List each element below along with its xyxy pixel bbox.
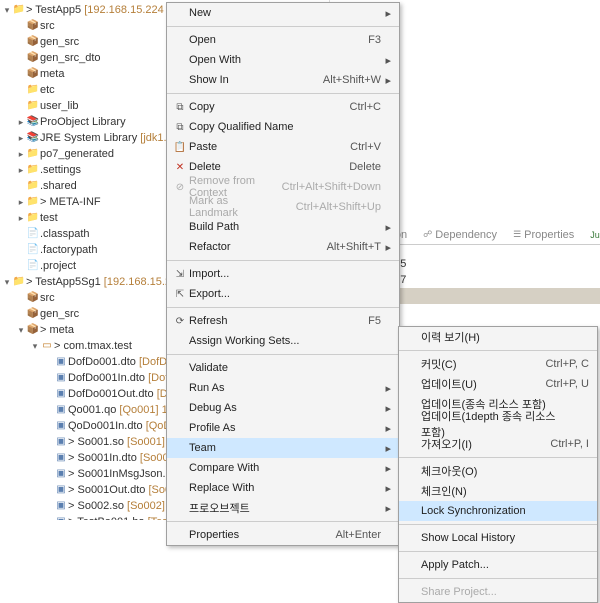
context-menu: New▸ OpenF3 Open With▸ Show InAlt+Shift+… [166,2,400,546]
menu-open[interactable]: OpenF3 [167,30,399,50]
menu-copy-qualified[interactable]: ⧉Copy Qualified Name [167,117,399,137]
menu-separator [399,524,597,525]
dependency-icon: ☍ [423,229,432,240]
menu-profile-as[interactable]: Profile As▸ [167,418,399,438]
submenu-commit[interactable]: 커밋(C)Ctrl+P, C [399,354,597,374]
menu-separator [399,350,597,351]
menu-compare-with[interactable]: Compare With▸ [167,458,399,478]
menu-separator [167,521,399,522]
menu-paste[interactable]: 📋PasteCtrl+V [167,137,399,157]
tab-junit[interactable]: JuJUnit [584,225,600,244]
menu-separator [167,93,399,94]
menu-refresh[interactable]: ⟳RefreshF5 [167,311,399,331]
menu-separator [167,354,399,355]
menu-import[interactable]: ⇲Import... [167,264,399,284]
remove-context-icon: ⊘ [171,182,189,193]
submenu-local-history[interactable]: Show Local History [399,528,597,548]
menu-separator [399,551,597,552]
copy-qualified-icon: ⧉ [171,122,189,133]
submenu-checkout[interactable]: 체크아웃(O) [399,461,597,481]
menu-team[interactable]: Team▸ [167,438,399,458]
menu-proobject[interactable]: 프로오브젝트▸ [167,498,399,518]
import-icon: ⇲ [171,269,189,280]
menu-mark-landmark: Mark as LandmarkCtrl+Alt+Shift+Up [167,197,399,217]
submenu-share-project: Share Project... [399,582,597,602]
menu-separator [167,307,399,308]
junit-icon: Ju [590,230,600,240]
submenu-update[interactable]: 업데이트(U)Ctrl+P, U [399,374,597,394]
submenu-history[interactable]: 이력 보기(H) [399,327,597,347]
menu-open-with[interactable]: Open With▸ [167,50,399,70]
submenu-lock-sync[interactable]: Lock Synchronization [399,501,597,521]
submenu-fetch[interactable]: 가져오기(I)Ctrl+P, I [399,434,597,454]
export-icon: ⇱ [171,289,189,300]
project-name: TestApp5 [35,4,81,16]
refresh-icon: ⟳ [171,316,189,327]
menu-remove-context: ⊘Remove from ContextCtrl+Alt+Shift+Down [167,177,399,197]
copy-icon: ⧉ [171,102,189,113]
menu-separator [399,578,597,579]
menu-assign-ws[interactable]: Assign Working Sets... [167,331,399,351]
submenu-apply-patch[interactable]: Apply Patch... [399,555,597,575]
dirty-marker: > [26,4,35,16]
menu-run-as[interactable]: Run As▸ [167,378,399,398]
tab-dependency[interactable]: ☍Dependency [417,225,503,244]
paste-icon: 📋 [171,142,189,153]
menu-delete[interactable]: ✕DeleteDelete [167,157,399,177]
submenu-checkin[interactable]: 체크인(N) [399,481,597,501]
menu-separator [399,457,597,458]
menu-copy[interactable]: ⧉CopyCtrl+C [167,97,399,117]
menu-show-in[interactable]: Show InAlt+Shift+W▸ [167,70,399,90]
delete-icon: ✕ [171,162,189,173]
menu-properties[interactable]: PropertiesAlt+Enter [167,525,399,545]
submenu-update-1depth[interactable]: 업데이트(1depth 종속 리소스 포함) [399,414,597,434]
properties-icon: ☰ [513,229,521,240]
menu-separator [167,260,399,261]
menu-build-path[interactable]: Build Path▸ [167,217,399,237]
menu-debug-as[interactable]: Debug As▸ [167,398,399,418]
tab-properties[interactable]: ☰Properties [507,225,580,244]
menu-new[interactable]: New▸ [167,3,399,23]
menu-validate[interactable]: Validate [167,358,399,378]
menu-refactor[interactable]: RefactorAlt+Shift+T▸ [167,237,399,257]
team-submenu: 이력 보기(H) 커밋(C)Ctrl+P, C 업데이트(U)Ctrl+P, U… [398,326,598,603]
menu-separator [167,26,399,27]
menu-replace-with[interactable]: Replace With▸ [167,478,399,498]
menu-export[interactable]: ⇱Export... [167,284,399,304]
